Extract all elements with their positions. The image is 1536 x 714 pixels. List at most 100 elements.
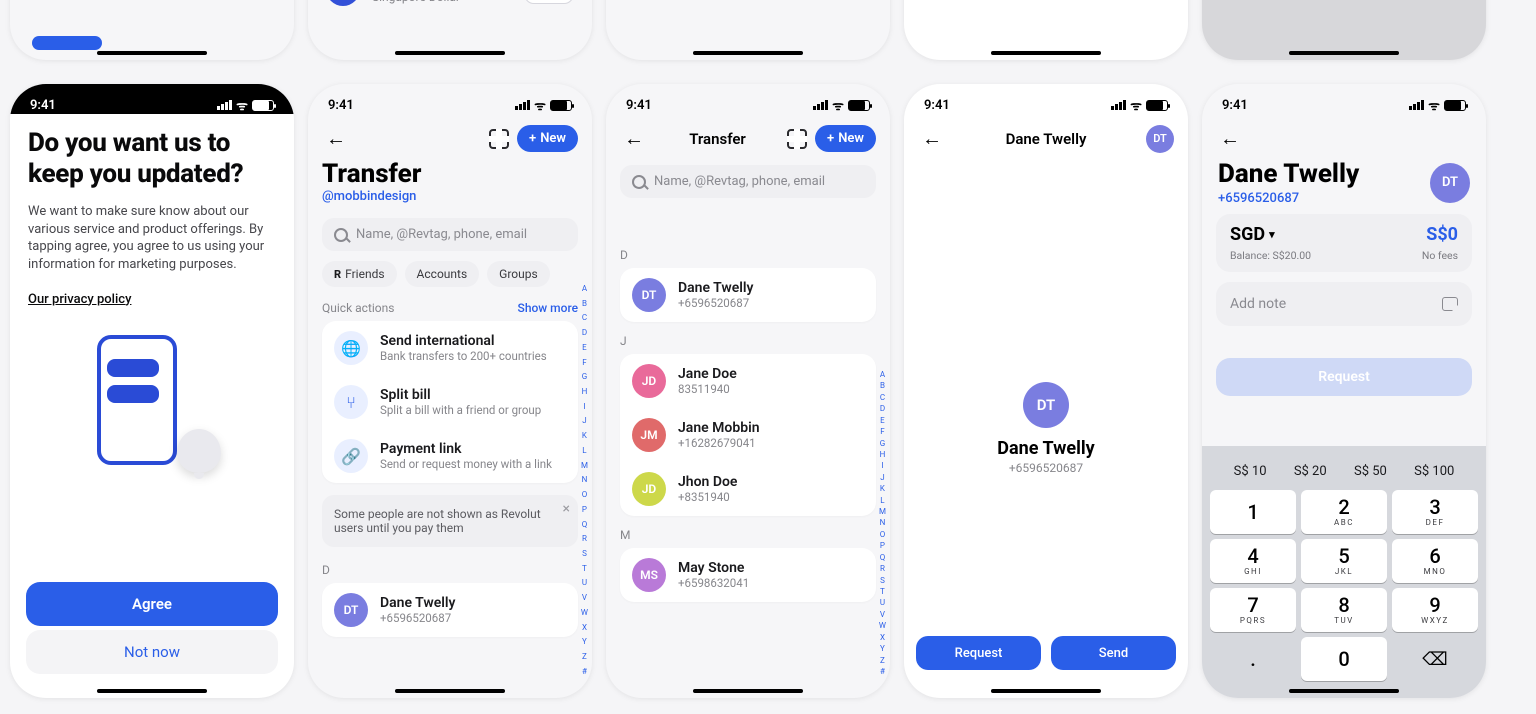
search-input[interactable]: Name, @Revtag, phone, email [620, 165, 876, 198]
avatar: MS [632, 558, 666, 592]
currency-selector[interactable]: SGD▾ [1230, 224, 1275, 245]
key-7[interactable]: 7PQRS [1210, 588, 1296, 632]
alpha-index[interactable]: ABCDEFGHIJKLMNOPQRSTUVWXYZ# [581, 284, 588, 676]
request-button[interactable]: Request [1216, 358, 1472, 396]
back-button[interactable]: ← [322, 122, 350, 155]
qa-split-bill[interactable]: ⑂ Split billSplit a bill with a friend o… [322, 375, 578, 429]
contact-row[interactable]: JM Jane Mobbin+16282679041 [620, 408, 876, 462]
new-button[interactable]: +New [517, 125, 578, 152]
avatar: JM [632, 418, 666, 452]
back-button[interactable]: ← [620, 122, 648, 155]
screen-transfer-home: 9:41 ᯤ ← +New Transfer @mobbindesign Nam… [308, 84, 592, 698]
numeric-keypad: S$ 10 S$ 20 S$ 50 S$ 100 1 2ABC 3DEF 4GH… [1202, 446, 1486, 698]
send-button[interactable]: Send [1051, 636, 1176, 670]
amount-suggestion[interactable]: S$ 50 [1354, 464, 1387, 479]
status-time: 9:41 [1222, 98, 1248, 113]
amount-suggestion[interactable]: S$ 10 [1234, 464, 1267, 479]
page-title: Transfer [308, 159, 592, 189]
amount-card[interactable]: SGD▾ S$0 Balance: S$20.00 No fees [1216, 214, 1472, 272]
qa-send-international[interactable]: 🌐 Send internationalBank transfers to 20… [322, 321, 578, 375]
section-letter-j: J [606, 330, 890, 352]
status-time: 9:41 [30, 98, 56, 113]
status-icons: ᯤ [1111, 96, 1168, 114]
key-1[interactable]: 1 [1210, 490, 1296, 534]
screen-consent: 9:41 ᯤ Do you want us to keep you update… [10, 84, 294, 698]
chip-friends[interactable]: RFriends [322, 261, 397, 287]
key-3[interactable]: 3DEF [1392, 490, 1478, 534]
avatar-large: DT [1023, 382, 1069, 428]
chevron-down-icon: ▾ [1269, 228, 1275, 241]
contact-row[interactable]: JD Jane Doe83511940 [620, 354, 876, 408]
consent-heading: Do you want us to keep you updated? [28, 128, 276, 189]
amount-suggestion[interactable]: S$ 100 [1414, 464, 1454, 479]
privacy-link[interactable]: Our privacy policy [28, 292, 131, 307]
screen-contact-profile: 9:41 ᯤ ← Dane Twelly DT DT Dane Twelly +… [904, 84, 1188, 698]
key-4[interactable]: 4GHI [1210, 539, 1296, 583]
new-button[interactable]: +New [815, 125, 876, 152]
avatar[interactable]: DT [1430, 163, 1470, 203]
request-button[interactable]: Request [916, 636, 1041, 670]
alpha-index[interactable]: ABCDEFGHIJKLMNOPQRSTUVWXYZ# [879, 370, 886, 676]
key-dot[interactable]: . [1210, 637, 1296, 681]
key-8[interactable]: 8TUV [1301, 588, 1387, 632]
status-icons: ᯤ [813, 96, 870, 114]
home-indicator [395, 689, 505, 693]
back-button[interactable]: ← [918, 122, 946, 155]
show-more-link[interactable]: Show more [518, 301, 578, 315]
cash-icon: 🪙 [326, 0, 360, 6]
battery-icon [252, 100, 274, 111]
contact-phone[interactable]: +6596520687 [1218, 189, 1420, 206]
avatar: DT [334, 593, 368, 627]
key-0[interactable]: 0 [1301, 637, 1387, 681]
scan-icon[interactable] [787, 129, 807, 149]
top-card-dock2: R ⇄ ▦ [606, 0, 890, 60]
not-now-button[interactable]: Not now [26, 630, 278, 674]
key-backspace[interactable]: ⌫ [1392, 637, 1478, 681]
home-indicator [991, 689, 1101, 693]
home-indicator [1289, 51, 1399, 55]
key-5[interactable]: 5JKL [1301, 539, 1387, 583]
info-banner: Some people are not shown as Revolut use… [322, 495, 578, 547]
cash-subtitle: Singapore Dollar [372, 0, 460, 4]
top-card-suggested: R ⇄ ▦ Suggested fo [10, 0, 294, 60]
contact-row[interactable]: JD Jhon Doe+8351940 [620, 462, 876, 516]
agree-button[interactable]: Agree [26, 582, 278, 626]
search-input[interactable]: Name, @Revtag, phone, email [322, 218, 578, 251]
amount-suggestion[interactable]: S$ 20 [1294, 464, 1327, 479]
home-indicator [693, 689, 803, 693]
status-icons: ᯤ [1409, 96, 1466, 114]
contact-row[interactable]: DT Dane Twelly+6596520687 [620, 268, 876, 322]
top-card-cash: 🪙 Cash balance Singapore Dollar Get [308, 0, 592, 60]
link-icon: 🔗 [334, 439, 368, 473]
search-icon [632, 175, 646, 189]
scan-icon[interactable] [489, 129, 509, 149]
avatar: JD [632, 364, 666, 398]
search-icon [334, 228, 348, 242]
home-indicator [395, 51, 505, 55]
contact-row[interactable]: MS May Stone+6598632041 [620, 548, 876, 602]
revtag[interactable]: @mobbindesign [308, 189, 592, 212]
amount-value: S$0 [1426, 224, 1458, 245]
status-icons: ᯤ [217, 96, 274, 114]
key-2[interactable]: 2ABC [1301, 490, 1387, 534]
screen-request-amount: 9:41 ᯤ ← Dane Twelly +6596520687 DT SGD▾… [1202, 84, 1486, 698]
avatar[interactable]: DT [1146, 125, 1174, 153]
back-button[interactable]: ← [1216, 122, 1244, 155]
contact-name: Dane Twelly [997, 438, 1094, 459]
home-indicator [97, 51, 207, 55]
page-title: Transfer [656, 130, 779, 148]
chip-accounts[interactable]: Accounts [405, 261, 480, 287]
status-time: 9:41 [924, 98, 950, 113]
contact-dane[interactable]: DT Dane Twelly+6596520687 [322, 583, 578, 637]
note-input[interactable]: Add note [1216, 282, 1472, 326]
close-icon[interactable]: × [563, 501, 570, 517]
contact-name: Dane Twelly [1218, 159, 1420, 189]
note-icon [1442, 297, 1458, 311]
wifi-icon: ᯤ [236, 96, 248, 114]
qa-payment-link[interactable]: 🔗 Payment linkSend or request money with… [322, 429, 578, 483]
key-9[interactable]: 9WXYZ [1392, 588, 1478, 632]
get-button[interactable]: Get [524, 0, 574, 4]
key-6[interactable]: 6MNO [1392, 539, 1478, 583]
home-indicator [1289, 689, 1399, 693]
chip-groups[interactable]: Groups [487, 261, 550, 287]
